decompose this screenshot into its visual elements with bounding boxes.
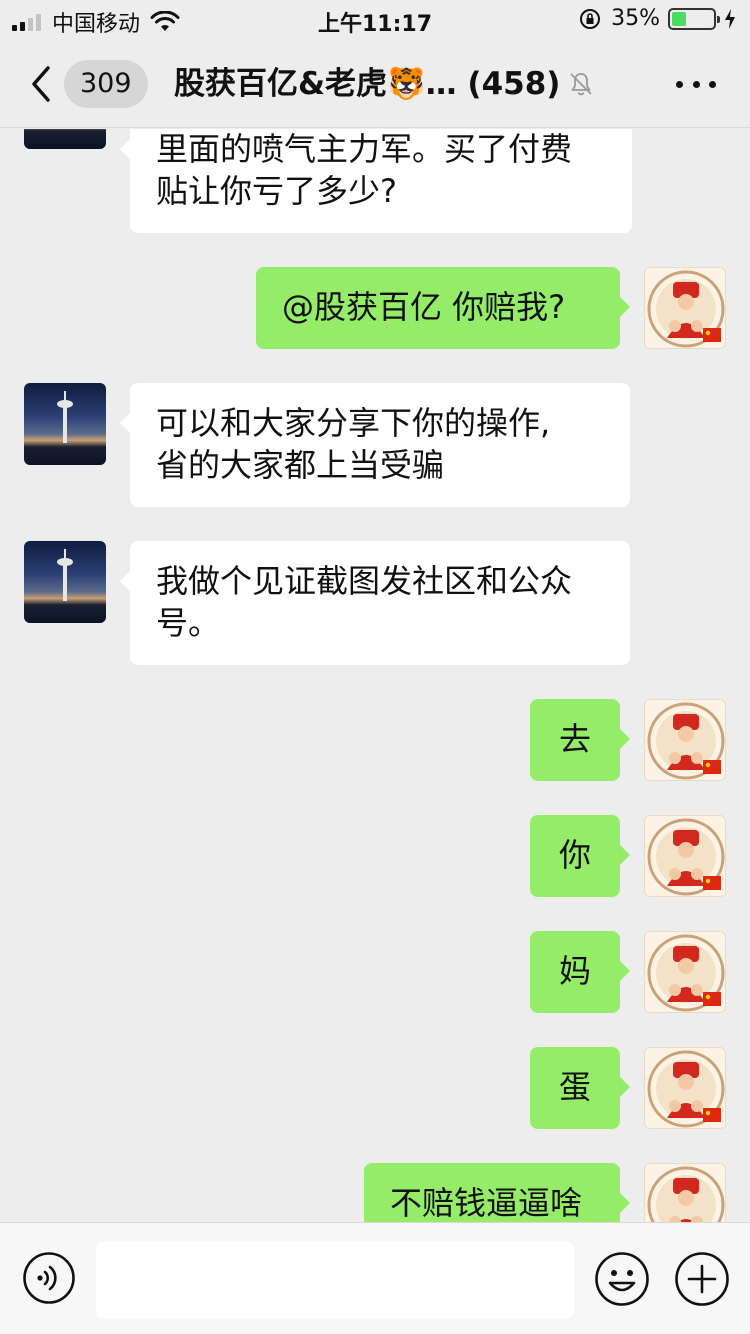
avatar-illustration — [647, 702, 725, 780]
avatar[interactable] — [644, 267, 726, 349]
avatar[interactable] — [24, 383, 106, 465]
status-bar: 中国移动 上午11:17 35% — [0, 0, 750, 40]
charging-bolt-icon — [725, 8, 735, 29]
avatar-illustration — [57, 549, 73, 601]
avatar[interactable] — [644, 1163, 726, 1222]
nav-bar: 309 股获百亿&老虎🐯… (458) — [0, 40, 750, 128]
avatar[interactable] — [644, 931, 726, 1013]
avatar-illustration — [647, 270, 725, 348]
message-bubble[interactable]: 蛋 — [530, 1047, 630, 1129]
message-bubble[interactable]: 里面的喷气主力军。买了付费 贴让你亏了多少? — [120, 129, 632, 233]
avatar[interactable] — [644, 1047, 726, 1129]
unread-count-badge[interactable]: 309 — [64, 60, 148, 108]
status-right: 35% — [579, 6, 736, 31]
message-bubble[interactable]: 妈 — [530, 931, 630, 1013]
avatar[interactable] — [644, 815, 726, 897]
rotation-lock-icon — [580, 8, 601, 29]
avatar[interactable] — [24, 541, 106, 623]
message-bubble[interactable]: 去 — [530, 699, 630, 781]
avatar-illustration — [647, 1166, 725, 1222]
battery-fill — [672, 11, 686, 26]
avatar[interactable] — [24, 129, 106, 149]
message-bubble[interactable]: 你 — [530, 815, 630, 897]
ellipsis-icon[interactable] — [676, 70, 716, 98]
message-bubble[interactable]: 不赔钱逼逼啥 — [364, 1163, 630, 1222]
message-outgoing: 蛋 — [0, 1047, 750, 1129]
battery-icon — [668, 7, 720, 30]
message-list[interactable]: 里面的喷气主力军。买了付费 贴让你亏了多少? @股获百亿 你赔我? 可以和大家分… — [0, 129, 750, 1222]
input-bar — [0, 1222, 750, 1334]
chat-title-wrap[interactable]: 股获百亿&老虎🐯… (458) — [174, 62, 594, 106]
message-incoming: 里面的喷气主力军。买了付费 贴让你亏了多少? — [0, 129, 750, 239]
message-outgoing: @股获百亿 你赔我? — [0, 267, 750, 349]
message-outgoing: 你 — [0, 815, 750, 897]
bell-slash-icon — [570, 73, 593, 96]
chevron-left-icon[interactable] — [26, 64, 56, 104]
avatar-illustration — [647, 934, 725, 1012]
avatar[interactable] — [644, 699, 726, 781]
message-outgoing: 妈 — [0, 931, 750, 1013]
message-bubble[interactable]: 我做个见证截图发社区和公众 号。 — [120, 541, 630, 665]
voice-icon[interactable] — [22, 1251, 76, 1305]
chat-title: 股获百亿&老虎🐯… (458) — [174, 66, 561, 102]
avatar-illustration — [647, 1050, 725, 1128]
message-input[interactable] — [96, 1241, 574, 1319]
message-incoming: 可以和大家分享下你的操作, 省的大家都上当受骗 — [0, 383, 750, 507]
message-outgoing: 不赔钱逼逼啥 — [0, 1163, 750, 1222]
message-outgoing: 去 — [0, 699, 750, 781]
message-bubble[interactable]: @股获百亿 你赔我? — [256, 267, 630, 349]
avatar-illustration — [647, 818, 725, 896]
emoji-icon[interactable] — [594, 1251, 650, 1307]
plus-icon[interactable] — [674, 1251, 730, 1307]
message-bubble[interactable]: 可以和大家分享下你的操作, 省的大家都上当受骗 — [120, 383, 630, 507]
message-incoming: 我做个见证截图发社区和公众 号。 — [0, 541, 750, 665]
battery-percent: 35% — [611, 6, 660, 31]
avatar-illustration — [57, 391, 73, 443]
